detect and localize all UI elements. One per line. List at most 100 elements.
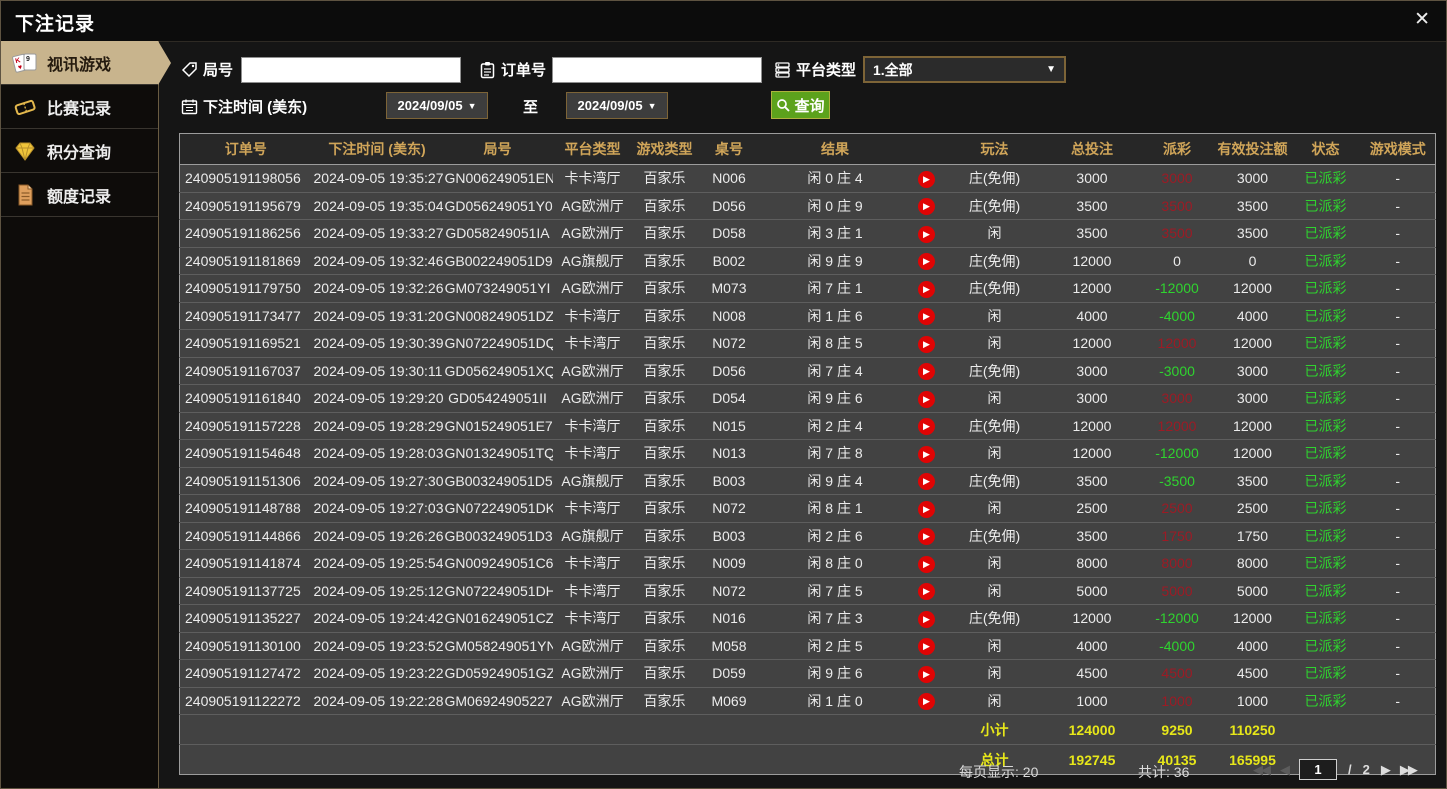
payout-cell: -12000 — [1139, 439, 1215, 467]
sidebar-item-label: 视讯游戏 — [47, 56, 112, 74]
replay-button[interactable]: ▶ — [918, 170, 935, 188]
game-mode-cell: - — [1360, 411, 1436, 440]
replay-button[interactable]: ▶ — [918, 198, 935, 216]
replay-button[interactable]: ▶ — [918, 445, 935, 463]
replay-cell: ▶ — [908, 301, 945, 330]
order-no-cell: 240905191173477 — [179, 301, 312, 330]
round-number-label: 局号 — [181, 59, 233, 80]
order-no-cell: 240905191167037 — [179, 356, 312, 385]
bet-time-cell: 2024-09-05 19:23:22 — [311, 659, 443, 687]
game-type-cell: 百家乐 — [632, 604, 697, 632]
replay-button[interactable]: ▶ — [918, 528, 935, 546]
bet-time-cell: 2024-09-05 19:28:03 — [311, 439, 443, 467]
next-page-icon[interactable]: ▶ — [1381, 762, 1391, 778]
game-type-cell: 百家乐 — [632, 274, 697, 302]
replay-button[interactable]: ▶ — [918, 418, 935, 436]
bet-time-label: 下注时间 (美东) — [181, 96, 307, 117]
valid-bet-cell: 4500 — [1214, 659, 1291, 687]
game-type-cell: 百家乐 — [632, 659, 697, 687]
round-no-cell: GN013249051TQ — [442, 439, 553, 467]
platform-cell: 卡卡湾厅 — [552, 164, 633, 192]
total-spacer — [179, 744, 945, 775]
game-mode-cell: - — [1360, 686, 1436, 715]
payout-cell: 12000 — [1139, 411, 1215, 440]
search-button[interactable]: 查询 — [771, 91, 830, 119]
game-mode-cell: - — [1360, 356, 1436, 385]
current-page-input[interactable]: 1 — [1299, 759, 1337, 780]
game-type-cell: 百家乐 — [632, 411, 697, 440]
table-no-cell: B003 — [696, 521, 762, 550]
game-mode-cell: - — [1360, 329, 1436, 357]
table-no-cell: M073 — [696, 274, 762, 302]
round-number-input[interactable] — [241, 57, 461, 83]
replay-button[interactable]: ▶ — [918, 638, 935, 656]
total-count: 共计: 36 — [1138, 764, 1190, 780]
table-row: 240905191151306 2024-09-05 19:27:30 GB00… — [179, 466, 1436, 495]
replay-button[interactable]: ▶ — [918, 308, 935, 326]
play-cell: 闲 — [944, 494, 1045, 522]
result-cell: 闲 8 庄 0 — [761, 549, 909, 577]
valid-bet-cell: 3500 — [1214, 219, 1291, 247]
bet-time-cell: 2024-09-05 19:32:46 — [311, 246, 443, 275]
payout-cell: 3000 — [1139, 164, 1215, 192]
subtotal-total-bet: 124000 — [1044, 714, 1140, 745]
close-icon[interactable]: ✕ — [1414, 9, 1430, 31]
round-no-cell: GN016249051CZ — [442, 604, 553, 632]
total-total-bet: 192745 — [1044, 744, 1140, 775]
replay-cell: ▶ — [908, 659, 945, 687]
status-cell: 已派彩 — [1290, 521, 1361, 550]
replay-button[interactable]: ▶ — [918, 665, 935, 683]
sidebar-item-match-records[interactable]: 比赛记录 — [1, 85, 158, 129]
platform-cell: 卡卡湾厅 — [552, 439, 633, 467]
playing-cards-icon: K ♥ 9 — [12, 51, 38, 75]
total-bet-cell: 3500 — [1044, 219, 1140, 247]
round-no-cell: GD058249051IA — [442, 219, 553, 247]
replay-button[interactable]: ▶ — [918, 253, 935, 271]
table-no-cell: N015 — [696, 411, 762, 440]
result-cell: 闲 0 庄 9 — [761, 191, 909, 220]
gem-icon — [12, 139, 38, 163]
replay-button[interactable]: ▶ — [918, 280, 935, 298]
bet-time-cell: 2024-09-05 19:23:52 — [311, 631, 443, 660]
replay-button[interactable]: ▶ — [918, 583, 935, 601]
order-number-input[interactable] — [552, 57, 762, 83]
replay-button[interactable]: ▶ — [918, 473, 935, 491]
replay-button[interactable]: ▶ — [918, 555, 935, 573]
replay-button[interactable]: ▶ — [918, 610, 935, 628]
replay-button[interactable]: ▶ — [918, 390, 935, 408]
valid-bet-cell: 0 — [1214, 246, 1291, 275]
first-page-icon[interactable]: ◀◀ — [1253, 762, 1271, 778]
replay-button[interactable]: ▶ — [918, 500, 935, 518]
replay-cell: ▶ — [908, 191, 945, 220]
play-cell: 闲 — [944, 384, 1045, 412]
replay-button[interactable]: ▶ — [918, 363, 935, 381]
status-cell: 已派彩 — [1290, 686, 1361, 715]
platform-cell: 卡卡湾厅 — [552, 576, 633, 605]
date-from-select[interactable]: 2024/09/05 ▼ — [386, 92, 488, 119]
replay-button[interactable]: ▶ — [918, 225, 935, 243]
status-cell: 已派彩 — [1290, 466, 1361, 495]
valid-bet-cell: 5000 — [1214, 576, 1291, 605]
payout-cell: 0 — [1139, 246, 1215, 275]
sidebar-item-points-query[interactable]: 积分查询 — [1, 129, 158, 173]
valid-bet-cell: 12000 — [1214, 329, 1291, 357]
replay-button[interactable]: ▶ — [918, 335, 935, 353]
total-bet-cell: 5000 — [1044, 576, 1140, 605]
sidebar-item-quota-records[interactable]: 额度记录 — [1, 173, 158, 217]
table-no-cell: N016 — [696, 604, 762, 632]
replay-button[interactable]: ▶ — [918, 693, 935, 711]
table-no-cell: B002 — [696, 246, 762, 275]
status-cell: 已派彩 — [1290, 631, 1361, 660]
play-cell: 庄(免佣) — [944, 164, 1045, 192]
platform-type-select[interactable]: 1.全部 ▼ — [863, 56, 1066, 83]
replay-cell: ▶ — [908, 384, 945, 412]
table-row: 240905191122272 2024-09-05 19:22:28 GM06… — [179, 686, 1436, 715]
result-cell: 闲 1 庄 6 — [761, 301, 909, 330]
valid-bet-cell: 3500 — [1214, 191, 1291, 220]
play-cell: 庄(免佣) — [944, 604, 1045, 632]
prev-page-icon[interactable]: ◀ — [1280, 762, 1290, 778]
table-no-cell: D059 — [696, 659, 762, 687]
last-page-icon[interactable]: ▶▶ — [1400, 762, 1418, 778]
date-to-select[interactable]: 2024/09/05 ▼ — [566, 92, 668, 119]
sidebar-item-video-games[interactable]: K ♥ 9 视讯游戏 — [1, 41, 171, 85]
